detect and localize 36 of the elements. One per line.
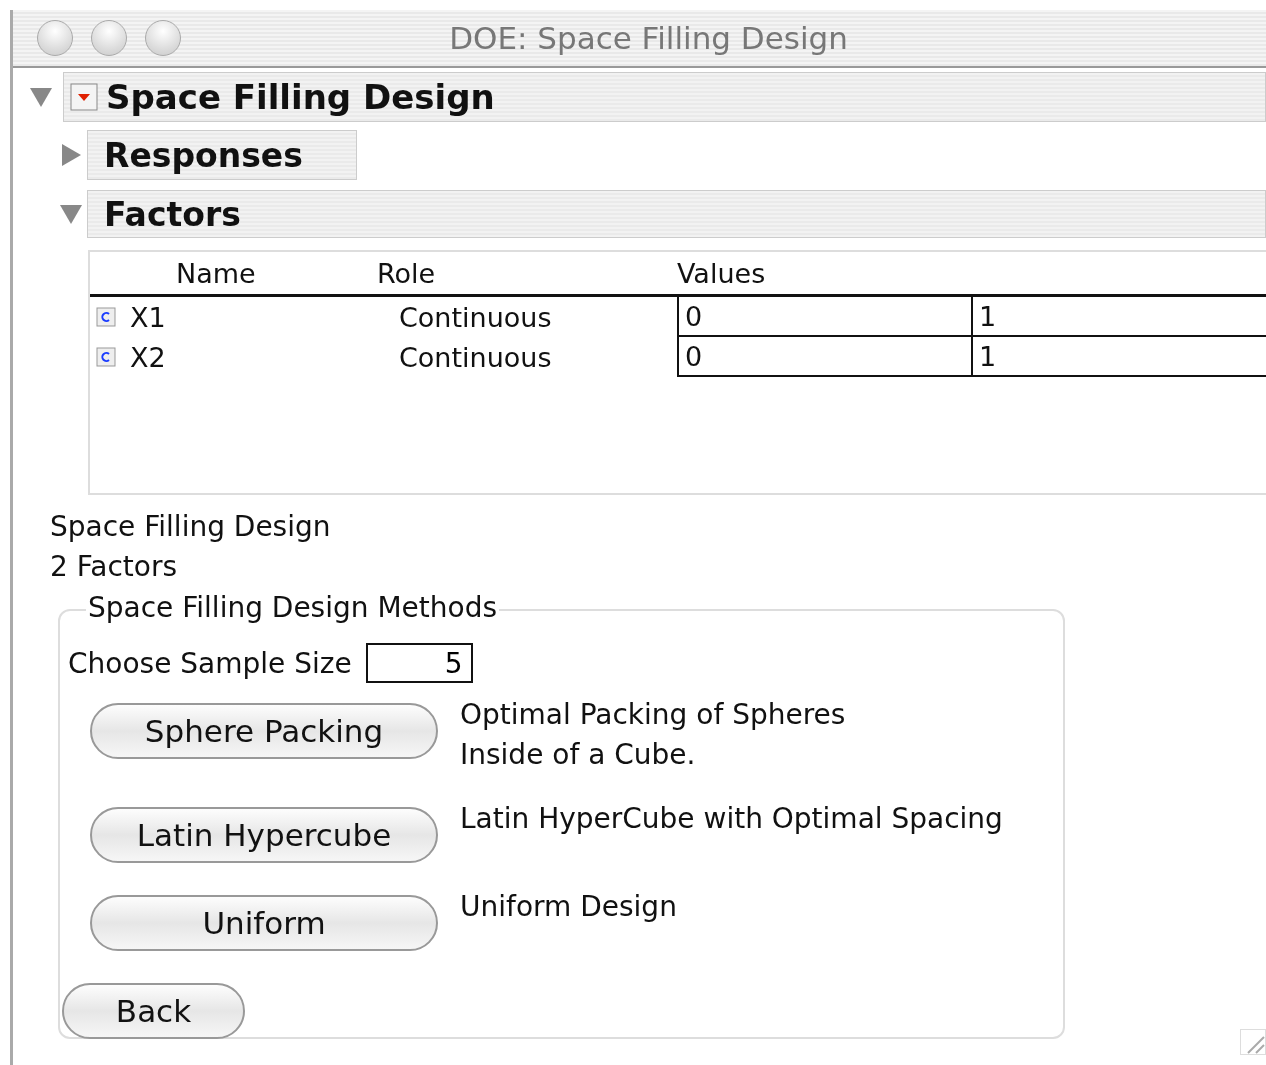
window-control-button[interactable] bbox=[91, 20, 127, 56]
section-header[interactable]: Responses bbox=[87, 130, 357, 180]
window-title: DOE: Space Filling Design bbox=[448, 20, 849, 56]
table-cell-text: Continuous bbox=[398, 301, 553, 333]
continuous-factor-icon bbox=[96, 347, 116, 367]
sample-size-field[interactable]: 5 bbox=[365, 643, 473, 683]
summary-text: 2 Factors bbox=[50, 549, 178, 585]
method-button[interactable]: Sphere Packing bbox=[90, 703, 438, 759]
method-description: Uniform Design bbox=[460, 889, 677, 925]
method-description: Latin HyperCube with Optimal Spacing bbox=[460, 801, 1003, 837]
collapse-triangle-icon[interactable] bbox=[59, 202, 83, 226]
value-field[interactable]: 1 bbox=[971, 297, 1266, 337]
section-header[interactable]: Factors bbox=[87, 190, 1266, 238]
outline-title: Space Filling Design bbox=[106, 77, 495, 117]
method-description: Optimal Packing of Spheres Inside of a Cube. bbox=[460, 697, 846, 773]
table-cell-text: X2 bbox=[130, 341, 167, 373]
column-header: Values bbox=[677, 257, 767, 289]
value-field[interactable]: 1 bbox=[971, 337, 1266, 377]
back-button[interactable]: Back bbox=[62, 983, 245, 1039]
summary-text: Space Filling Design bbox=[50, 509, 332, 545]
expand-triangle-icon[interactable] bbox=[59, 143, 83, 167]
value-field[interactable]: 0 bbox=[677, 297, 971, 337]
resize-grip-icon[interactable] bbox=[1240, 1029, 1266, 1055]
table-cell-text: Continuous bbox=[398, 341, 553, 373]
window-control-button[interactable] bbox=[37, 20, 73, 56]
method-button[interactable]: Uniform bbox=[90, 895, 438, 951]
table-cell-text: X1 bbox=[130, 301, 167, 333]
value-field[interactable]: 0 bbox=[677, 337, 971, 377]
continuous-factor-icon bbox=[96, 307, 116, 327]
column-header: Name bbox=[175, 257, 257, 289]
column-header: Role bbox=[377, 257, 437, 289]
window-control-button[interactable] bbox=[145, 20, 181, 56]
collapse-triangle-icon[interactable] bbox=[29, 85, 53, 109]
method-button[interactable]: Latin Hypercube bbox=[90, 807, 438, 863]
menu-dropdown-icon[interactable] bbox=[70, 83, 98, 111]
sample-size-label: Choose Sample Size bbox=[68, 646, 352, 680]
